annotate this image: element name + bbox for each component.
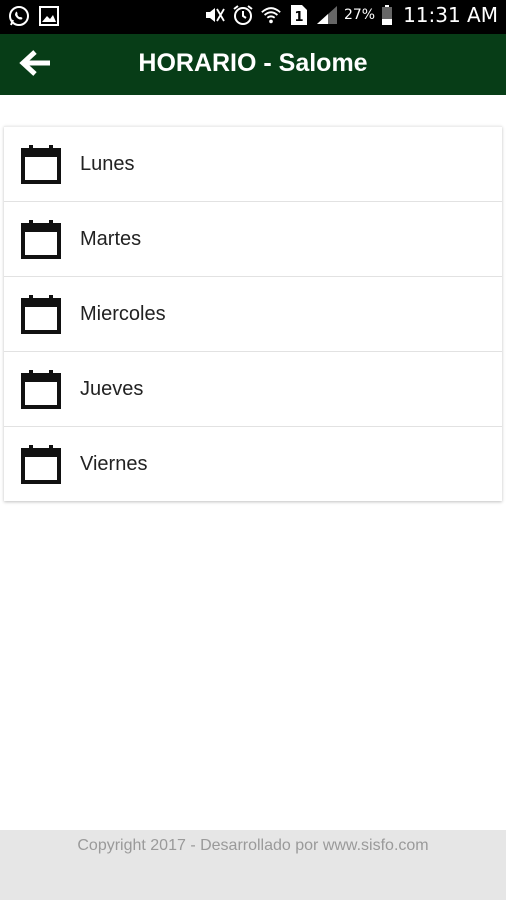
- signal-icon: [316, 3, 338, 27]
- footer: Copyright 2017 - Desarrollado por www.si…: [0, 830, 506, 900]
- list-item-label: Lunes: [80, 152, 135, 175]
- calendar-icon: [20, 144, 62, 184]
- calendar-icon: [20, 369, 62, 409]
- gallery-icon: [38, 4, 60, 28]
- list-item-label: Jueves: [80, 377, 144, 400]
- battery-percent: 27%: [343, 7, 376, 23]
- calendar-icon: [20, 219, 62, 259]
- list-item-jueves[interactable]: Jueves: [4, 352, 502, 427]
- list-item-martes[interactable]: Martes: [4, 202, 502, 277]
- calendar-icon: [20, 294, 62, 334]
- list-item-viernes[interactable]: Viernes: [4, 427, 502, 501]
- battery-icon: [381, 3, 393, 27]
- page-title: HORARIO - Salome: [0, 49, 506, 78]
- alarm-icon: [232, 3, 254, 27]
- status-bar: 1 27% 11:31 AM: [0, 0, 506, 34]
- list-item-lunes[interactable]: Lunes: [4, 127, 502, 202]
- list-item-miercoles[interactable]: Miercoles: [4, 277, 502, 352]
- page-title-text: HORARIO - Salome: [138, 49, 368, 77]
- list-item-label: Miercoles: [80, 302, 166, 325]
- whatsapp-icon: [8, 4, 30, 28]
- list-item-label: Viernes: [80, 452, 148, 475]
- copyright-text: Copyright 2017 - Desarrollado por www.si…: [77, 837, 429, 854]
- svg-text:1: 1: [294, 10, 303, 25]
- sim-icon: 1: [288, 3, 310, 27]
- app-bar: HORARIO - Salome: [0, 34, 506, 95]
- mute-icon: [204, 3, 226, 27]
- day-list: Lunes Martes Miercoles Jueves Viernes: [4, 126, 502, 501]
- wifi-icon: [260, 3, 282, 27]
- list-item-label: Martes: [80, 227, 142, 250]
- calendar-icon: [20, 444, 62, 484]
- clock: 11:31 AM: [403, 3, 498, 27]
